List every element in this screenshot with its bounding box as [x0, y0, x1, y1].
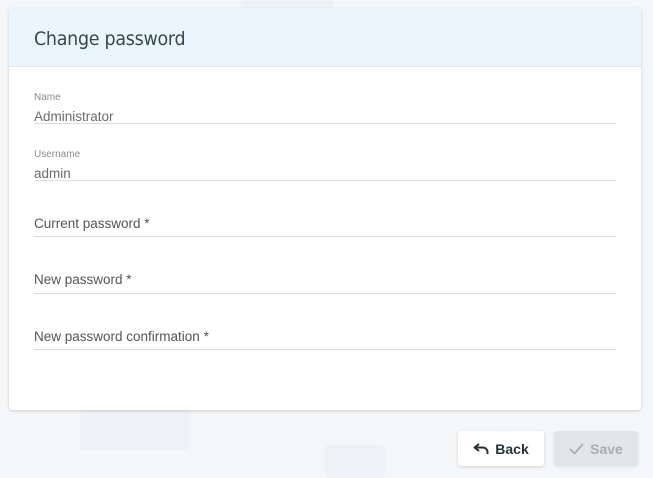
name-label: Name	[34, 92, 61, 103]
back-button-label: Back	[495, 440, 529, 457]
page-title: Change password	[34, 28, 186, 50]
background-shape	[80, 410, 190, 450]
check-icon	[569, 443, 584, 455]
card-header: Change password	[9, 8, 641, 67]
background-shape	[325, 445, 385, 478]
save-button-label: Save	[590, 440, 623, 457]
new-password-input[interactable]	[34, 237, 616, 293]
current-password-input[interactable]	[34, 181, 616, 236]
new-password-confirmation-field[interactable]: New password confirmation *	[34, 294, 616, 350]
username-field: Username admin	[34, 124, 616, 181]
new-password-field[interactable]: New password *	[34, 237, 616, 294]
save-button[interactable]: Save	[554, 431, 638, 466]
username-label: Username	[34, 149, 81, 160]
form-body: Name Administrator Username admin Curren…	[9, 67, 641, 350]
username-value: admin	[34, 166, 71, 181]
name-value: Administrator	[34, 109, 114, 124]
background-shape	[240, 0, 334, 8]
name-field: Name Administrator	[34, 67, 616, 124]
current-password-field[interactable]: Current password *	[34, 181, 616, 237]
undo-arrow-icon	[473, 442, 489, 455]
change-password-card: Change password Name Administrator Usern…	[9, 8, 641, 410]
new-password-confirmation-input[interactable]	[34, 294, 616, 349]
back-button[interactable]: Back	[458, 431, 544, 466]
